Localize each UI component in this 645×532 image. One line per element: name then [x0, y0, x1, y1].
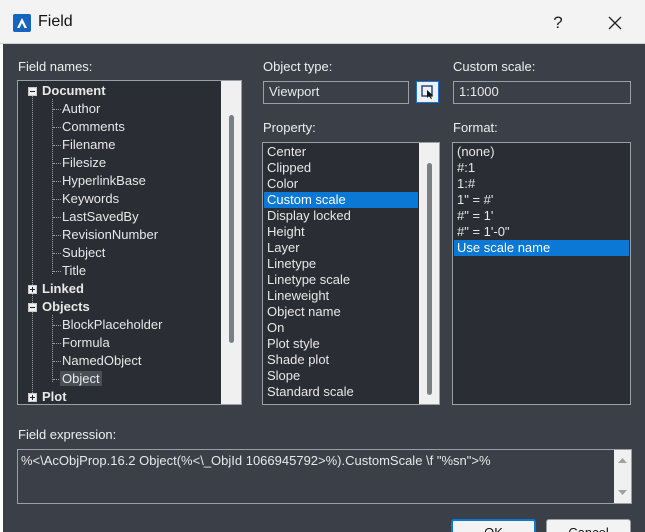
object-type-select[interactable]: Viewport — [263, 81, 409, 104]
property-item[interactable]: Plot style — [264, 336, 418, 352]
tree-item-comments[interactable]: Comments — [62, 118, 125, 136]
tree-item-author[interactable]: Author — [62, 100, 100, 118]
format-label: Format: — [453, 120, 498, 135]
tree-item-filename[interactable]: Filename — [62, 136, 115, 154]
tree-branch — [53, 163, 61, 164]
tree-branch — [53, 181, 61, 182]
tree-connector — [52, 99, 53, 274]
tree-branch — [53, 127, 61, 128]
property-scroll-thumb[interactable] — [427, 163, 432, 395]
tree-branch — [53, 217, 61, 218]
format-item[interactable]: 1" = #' — [454, 192, 629, 208]
tree-item-namedobject[interactable]: NamedObject — [62, 352, 141, 370]
tree-item-revisionnumber[interactable]: RevisionNumber — [62, 226, 158, 244]
property-item-selected[interactable]: Custom scale — [264, 192, 418, 208]
property-item[interactable]: Slope — [264, 368, 418, 384]
tree-branch — [53, 343, 61, 344]
property-item[interactable]: Layer — [264, 240, 418, 256]
property-item[interactable]: Display locked — [264, 208, 418, 224]
scroll-up-icon[interactable] — [614, 453, 631, 467]
field-expression-text[interactable]: %<\AcObjProp.16.2 Object(%<\_ObjId 10669… — [21, 453, 491, 468]
property-item[interactable]: Standard scale — [264, 384, 418, 400]
tree-branch — [53, 199, 61, 200]
tree-item-object[interactable]: Object — [60, 371, 102, 386]
property-item[interactable]: Object name — [264, 304, 418, 320]
property-list[interactable]: Center Clipped Color Custom scale Displa… — [262, 142, 440, 405]
tree-branch — [53, 145, 61, 146]
format-item[interactable]: #" = 1' — [454, 208, 629, 224]
property-item[interactable]: Shade plot — [264, 352, 418, 368]
custom-scale-field[interactable]: 1:1000 — [453, 81, 631, 104]
tree-branch — [53, 109, 61, 110]
tree-item-lastsavedby[interactable]: LastSavedBy — [62, 208, 139, 226]
custom-scale-label: Custom scale: — [453, 59, 536, 74]
format-item[interactable]: (none) — [454, 144, 629, 160]
expand-icon[interactable] — [28, 393, 37, 402]
property-item[interactable]: Color — [264, 176, 418, 192]
tree-group-plot[interactable]: Plot — [42, 388, 67, 404]
format-item[interactable]: #" = 1'-0" — [454, 224, 629, 240]
close-button[interactable] — [595, 8, 635, 38]
format-item-selected[interactable]: Use scale name — [454, 240, 629, 256]
tree-scroll-thumb[interactable] — [229, 115, 234, 343]
collapse-icon[interactable] — [28, 303, 37, 312]
help-button[interactable]: ? — [540, 8, 576, 38]
field-expression-box[interactable]: %<\AcObjProp.16.2 Object(%<\_ObjId 10669… — [17, 449, 632, 504]
property-item[interactable]: Lineweight — [264, 288, 418, 304]
tree-item-subject[interactable]: Subject — [62, 244, 105, 262]
tree-item-filesize[interactable]: Filesize — [62, 154, 106, 172]
tree-item-keywords[interactable]: Keywords — [62, 190, 119, 208]
tree-branch — [53, 253, 61, 254]
cancel-button[interactable]: Cancel — [546, 519, 631, 532]
close-icon — [608, 16, 622, 30]
expression-scrollbar[interactable] — [614, 450, 631, 503]
tree-item-formula[interactable]: Formula — [62, 334, 110, 352]
app-logo-icon — [13, 14, 31, 32]
property-scrollbar[interactable] — [419, 143, 439, 404]
title-bar: Field ? — [0, 0, 645, 44]
format-list[interactable]: (none) #:1 1:# 1" = #' #" = 1' #" = 1'-0… — [452, 142, 631, 405]
tree-branch — [53, 325, 61, 326]
object-type-label: Object type: — [263, 59, 333, 74]
format-item[interactable]: #:1 — [454, 160, 629, 176]
ok-button[interactable]: OK — [451, 519, 536, 532]
tree-item-hyperlinkbase[interactable]: HyperlinkBase — [62, 172, 146, 190]
tree-branch — [53, 361, 61, 362]
expand-icon[interactable] — [28, 285, 37, 294]
tree-item-blockplaceholder[interactable]: BlockPlaceholder — [62, 316, 162, 334]
format-item[interactable]: 1:# — [454, 176, 629, 192]
property-item[interactable]: Clipped — [264, 160, 418, 176]
tree-group-linked[interactable]: Linked — [42, 280, 84, 298]
tree-branch — [53, 271, 61, 272]
property-item[interactable]: Linetype scale — [264, 272, 418, 288]
property-item[interactable]: Height — [264, 224, 418, 240]
field-expression-label: Field expression: — [18, 427, 117, 442]
collapse-icon[interactable] — [28, 87, 37, 96]
tree-group-objects[interactable]: Objects — [42, 298, 90, 316]
property-label: Property: — [263, 120, 316, 135]
scroll-down-icon[interactable] — [614, 486, 631, 500]
property-item[interactable]: Center — [264, 144, 418, 160]
tree-connector — [32, 95, 33, 395]
tree-group-document[interactable]: Document — [42, 82, 106, 100]
property-item[interactable]: Linetype — [264, 256, 418, 272]
tree-item-title[interactable]: Title — [62, 262, 86, 280]
tree-branch — [53, 235, 61, 236]
select-object-button[interactable] — [416, 81, 439, 103]
field-names-label: Field names: — [18, 59, 93, 74]
window-title: Field — [38, 13, 73, 30]
field-names-tree[interactable]: Document Author Comments Filename Filesi… — [17, 80, 242, 405]
pick-object-icon — [421, 85, 433, 99]
tree-scrollbar[interactable] — [221, 81, 241, 404]
property-item[interactable]: On — [264, 320, 418, 336]
